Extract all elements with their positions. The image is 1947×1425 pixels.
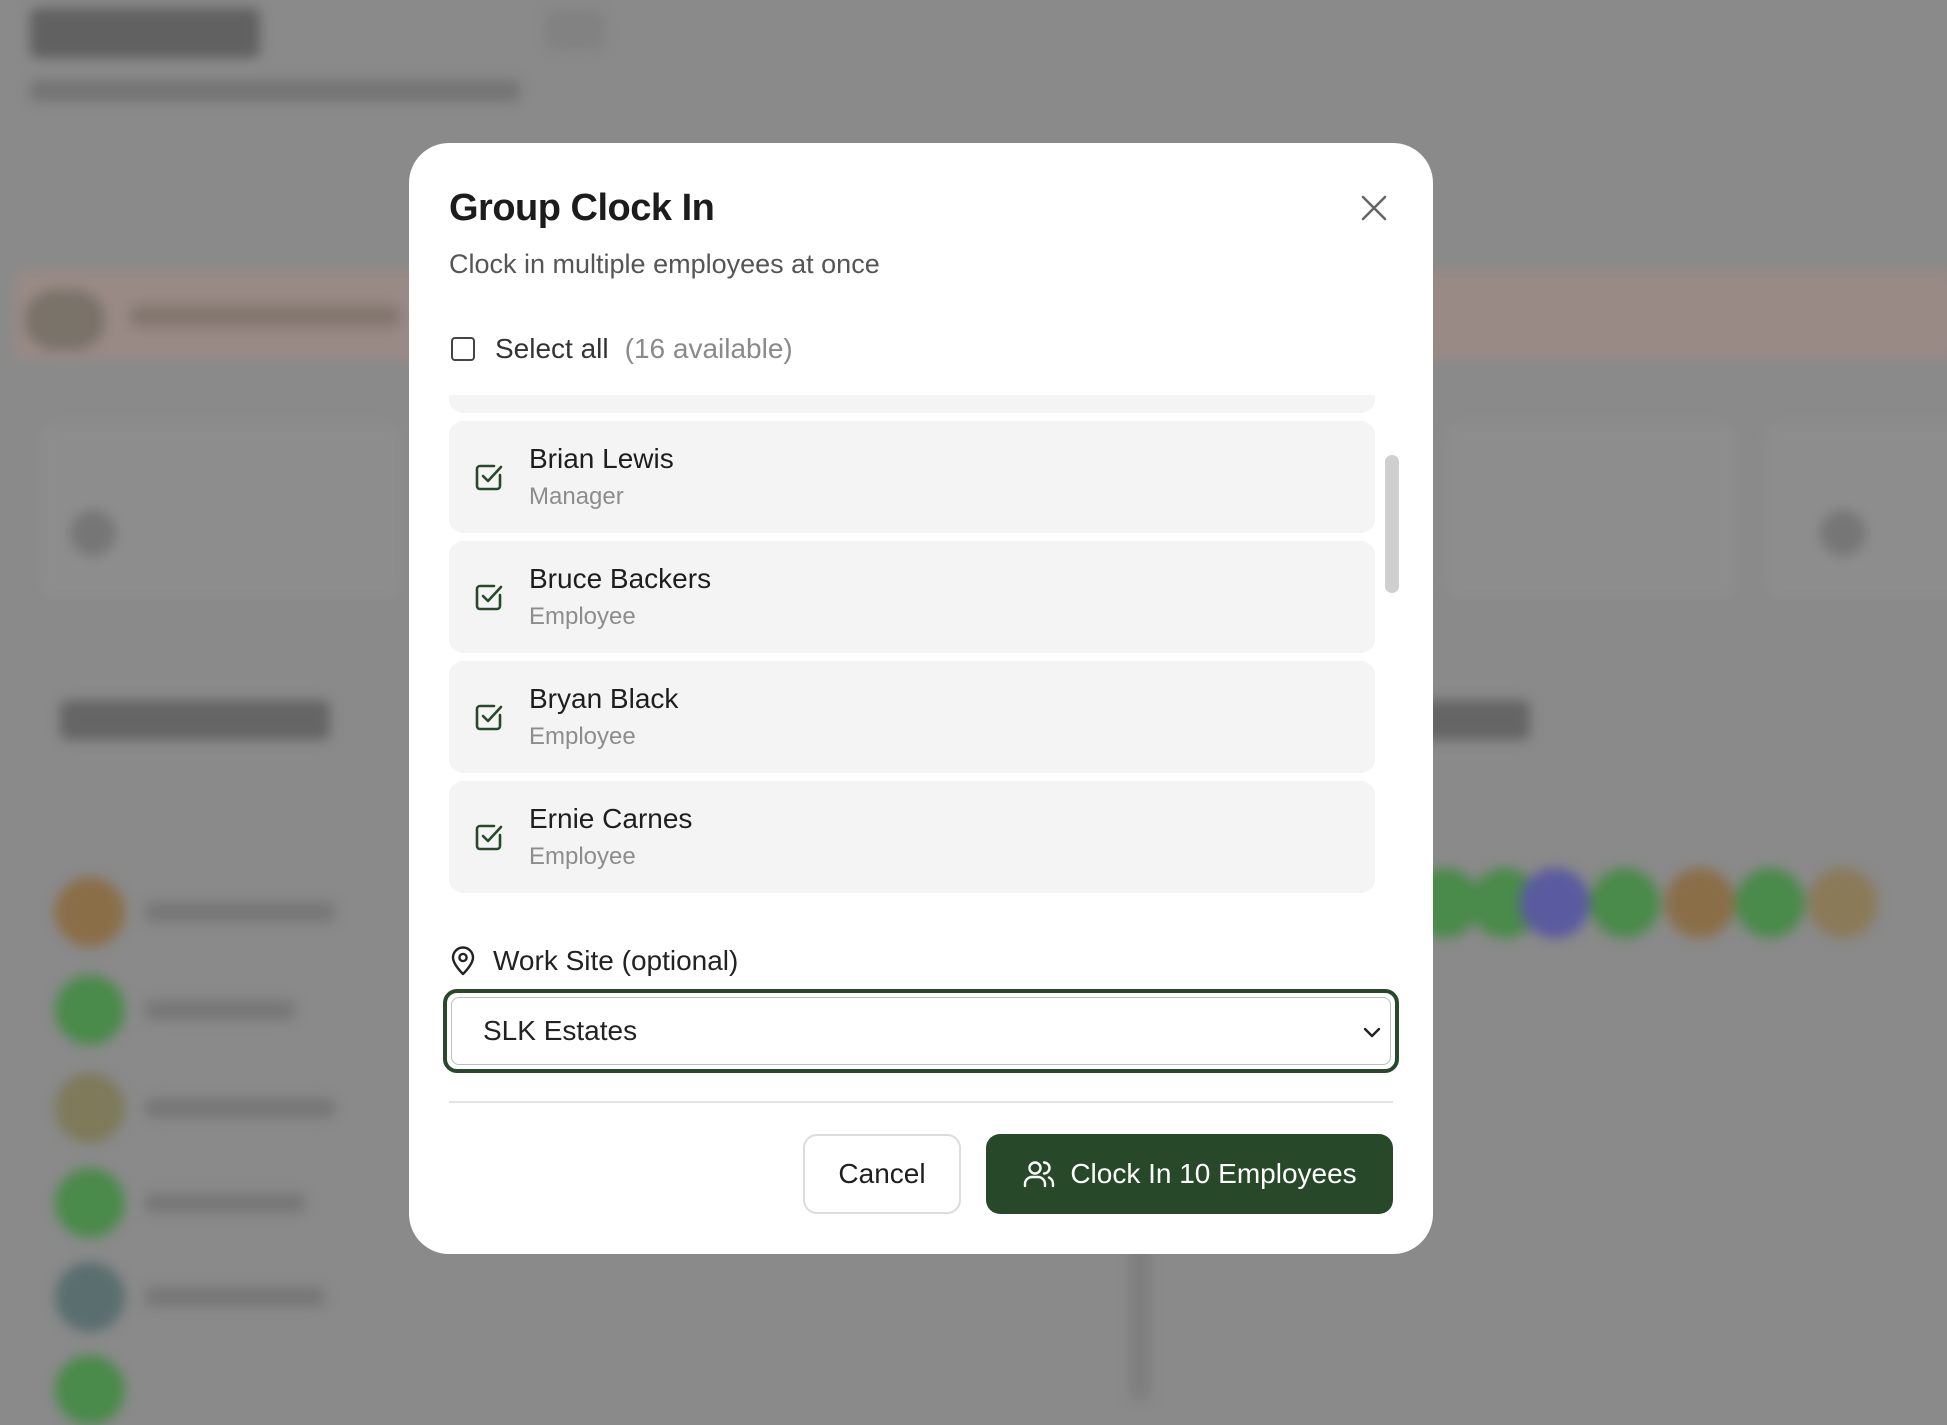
close-icon bbox=[1361, 195, 1387, 221]
employee-role: Manager bbox=[529, 483, 624, 510]
background-title-block bbox=[30, 8, 260, 58]
background-avatar bbox=[1520, 868, 1590, 938]
background-avatar bbox=[55, 975, 125, 1045]
background-heading bbox=[60, 700, 330, 740]
select-all-row[interactable]: Select all (16 available) bbox=[449, 329, 793, 369]
background-avatar bbox=[1735, 868, 1805, 938]
modal-subtitle: Clock in multiple employees at once bbox=[449, 249, 880, 279]
background-row-text bbox=[145, 1000, 295, 1020]
background-avatar bbox=[55, 1262, 125, 1332]
background-heading bbox=[1420, 700, 1530, 740]
worksite-select[interactable]: SLK Estates bbox=[443, 989, 1399, 1073]
employee-role: Employee bbox=[529, 723, 636, 750]
checkbox-checked-icon[interactable] bbox=[473, 821, 505, 853]
employee-name: Bryan Black bbox=[529, 683, 679, 714]
background-subtitle-block bbox=[30, 80, 520, 102]
background-row-text bbox=[145, 1098, 335, 1118]
scrollbar-thumb[interactable] bbox=[1385, 455, 1399, 593]
worksite-label: Work Site (optional) bbox=[449, 945, 738, 977]
background-avatar bbox=[55, 877, 125, 947]
employee-list[interactable]: Brian Lewis Manager Bruce Backers Employ… bbox=[449, 395, 1383, 895]
select-all-checkbox[interactable] bbox=[451, 337, 475, 361]
background-banner-text bbox=[130, 305, 400, 327]
background-stat-icon bbox=[70, 510, 116, 556]
background-row-text bbox=[145, 1193, 305, 1213]
background-avatar bbox=[55, 1168, 125, 1238]
employee-name: Ernie Carnes bbox=[529, 803, 693, 834]
select-all-label: Select all bbox=[495, 333, 609, 364]
checkbox-checked-icon[interactable] bbox=[473, 701, 505, 733]
checkbox-checked-icon[interactable] bbox=[473, 581, 505, 613]
chevron-down-icon bbox=[1363, 1027, 1381, 1038]
employee-role: Employee bbox=[529, 843, 636, 870]
available-count: (16 available) bbox=[624, 333, 793, 364]
worksite-selected-value: SLK Estates bbox=[483, 1015, 638, 1046]
background-avatar bbox=[1665, 868, 1735, 938]
background-button-block bbox=[545, 10, 605, 50]
users-icon bbox=[1024, 1161, 1055, 1188]
map-pin-icon bbox=[451, 946, 475, 976]
cancel-button[interactable]: Cancel bbox=[803, 1134, 961, 1214]
cancel-button-label: Cancel bbox=[838, 1158, 926, 1189]
employee-item[interactable]: Ernie Carnes Employee bbox=[449, 781, 1375, 893]
background-row-text bbox=[145, 1287, 325, 1307]
group-clock-in-modal: Group Clock In Clock in multiple employe… bbox=[409, 143, 1433, 1254]
background-banner-icon bbox=[25, 290, 105, 350]
background-stat-icon bbox=[1820, 510, 1866, 556]
checkbox-checked-icon[interactable] bbox=[473, 461, 505, 493]
background-avatar bbox=[55, 1073, 125, 1143]
background-stat-card bbox=[1760, 420, 1947, 602]
employee-name: Brian Lewis bbox=[529, 443, 674, 474]
clock-in-employees-button[interactable]: Clock In 10 Employees bbox=[986, 1134, 1393, 1214]
employee-name: Bruce Backers bbox=[529, 563, 712, 594]
background-row-text bbox=[145, 902, 335, 922]
employee-item[interactable]: Brian Lewis Manager bbox=[449, 421, 1375, 533]
employee-role: Employee bbox=[529, 603, 636, 630]
employee-item[interactable]: Bruce Backers Employee bbox=[449, 541, 1375, 653]
list-item-partial bbox=[449, 395, 1375, 413]
footer-divider bbox=[449, 1101, 1393, 1103]
close-button[interactable] bbox=[1349, 183, 1399, 233]
modal-title: Group Clock In bbox=[449, 187, 715, 229]
background-avatar bbox=[55, 1355, 125, 1425]
background-stat-card bbox=[1440, 420, 1742, 602]
background-avatar bbox=[1590, 868, 1660, 938]
employee-item[interactable]: Bryan Black Employee bbox=[449, 661, 1375, 773]
clock-in-button-label: Clock In 10 Employees bbox=[1070, 1158, 1357, 1189]
worksite-label-text: Work Site (optional) bbox=[493, 945, 739, 976]
background-divider bbox=[1130, 1230, 1150, 1400]
background-avatar bbox=[1808, 868, 1878, 938]
